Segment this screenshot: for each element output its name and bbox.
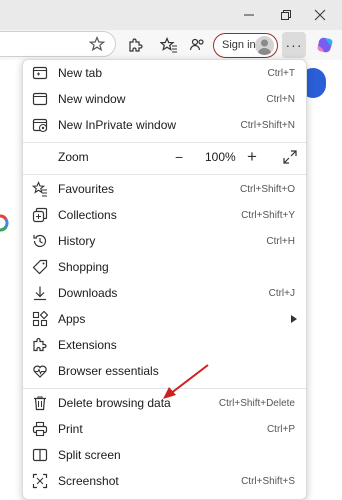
menu-item-label: Split screen bbox=[58, 448, 121, 462]
menu-item-label: Downloads bbox=[58, 286, 118, 300]
menu-item-zoom: Zoom − 100% + bbox=[23, 144, 306, 170]
menu-item-new-window[interactable]: New window Ctrl+N bbox=[23, 86, 306, 112]
printer-icon bbox=[32, 421, 48, 437]
favorite-star-icon[interactable] bbox=[85, 32, 109, 56]
menu-item-shortcut: Ctrl+H bbox=[266, 235, 295, 247]
settings-menu: New tab Ctrl+T New window Ctrl+N New InP… bbox=[22, 59, 307, 500]
extensions-icon[interactable] bbox=[123, 33, 147, 57]
apps-icon bbox=[32, 311, 48, 327]
favourites-bar-icon[interactable] bbox=[157, 33, 181, 57]
menu-item-shortcut: Ctrl+T bbox=[267, 67, 296, 79]
menu-item-label: History bbox=[58, 234, 96, 248]
menu-item-shortcut: Ctrl+N bbox=[266, 93, 295, 105]
menu-item-new-inprivate-window[interactable]: New InPrivate window Ctrl+Shift+N bbox=[23, 112, 306, 138]
settings-and-more-button[interactable]: ··· bbox=[282, 32, 306, 58]
menu-item-history[interactable]: History Ctrl+H bbox=[23, 228, 306, 254]
submenu-arrow-icon bbox=[291, 315, 297, 323]
menu-item-label: New tab bbox=[58, 66, 103, 80]
menu-item-shortcut: Ctrl+Shift+O bbox=[239, 183, 295, 195]
menu-item-extensions[interactable]: Extensions bbox=[23, 332, 306, 358]
menu-item-label: Collections bbox=[58, 208, 117, 222]
sign-in-button[interactable]: Sign in bbox=[213, 33, 278, 58]
collections-icon bbox=[32, 207, 48, 223]
restore-icon bbox=[281, 10, 291, 20]
close-button[interactable] bbox=[298, 0, 342, 30]
menu-item-apps[interactable]: Apps bbox=[23, 306, 306, 332]
copilot-icon[interactable] bbox=[313, 33, 337, 57]
menu-item-shortcut: Ctrl+Shift+Y bbox=[241, 209, 295, 221]
menu-item-split-screen[interactable]: Split screen bbox=[23, 442, 306, 468]
menu-item-print[interactable]: Print Ctrl+P bbox=[23, 416, 306, 442]
fullscreen-icon[interactable] bbox=[282, 149, 298, 165]
new-window-icon bbox=[32, 91, 48, 107]
menu-item-screenshot[interactable]: Screenshot Ctrl+Shift+S bbox=[23, 468, 306, 494]
menu-item-label: Shopping bbox=[58, 260, 109, 274]
menu-item-shortcut: Ctrl+Shift+Delete bbox=[218, 397, 295, 409]
menu-item-label: New InPrivate window bbox=[58, 118, 177, 132]
annotation-arrow bbox=[163, 364, 209, 399]
zoom-in-button[interactable]: + bbox=[247, 147, 257, 167]
split-screen-icon bbox=[32, 447, 48, 463]
profile-sync-icon[interactable] bbox=[185, 33, 209, 57]
browser-toolbar: Sign in ··· bbox=[0, 30, 342, 60]
menu-item-shortcut: Ctrl+Shift+S bbox=[241, 475, 295, 487]
menu-item-collections[interactable]: Collections Ctrl+Shift+Y bbox=[23, 202, 306, 228]
menu-item-label: Print bbox=[58, 422, 83, 436]
menu-item-downloads[interactable]: Downloads Ctrl+J bbox=[23, 280, 306, 306]
address-bar[interactable] bbox=[0, 31, 116, 57]
menu-item-label: Favourites bbox=[58, 182, 115, 196]
zoom-label: Zoom bbox=[58, 150, 89, 164]
title-bar bbox=[0, 0, 342, 30]
menu-item-label: Screenshot bbox=[58, 474, 119, 488]
sign-in-label: Sign in bbox=[222, 39, 256, 51]
shopping-tag-icon bbox=[32, 259, 48, 275]
menu-item-label: Browser essentials bbox=[58, 364, 159, 378]
puzzle-icon bbox=[32, 337, 48, 353]
google-logo-icon bbox=[0, 214, 10, 232]
download-icon bbox=[32, 285, 48, 301]
menu-item-label: Extensions bbox=[58, 338, 117, 352]
menu-divider bbox=[23, 174, 306, 175]
menu-item-label: New window bbox=[58, 92, 126, 106]
inprivate-icon bbox=[32, 117, 48, 133]
menu-item-shortcut: Ctrl+Shift+N bbox=[240, 119, 295, 131]
menu-item-shortcut: Ctrl+P bbox=[266, 423, 295, 435]
favourites-icon bbox=[32, 181, 48, 197]
screenshot-icon bbox=[32, 473, 48, 489]
more-dots-icon: ··· bbox=[285, 37, 303, 53]
menu-item-label: Apps bbox=[58, 312, 86, 326]
close-icon bbox=[314, 9, 326, 21]
menu-divider bbox=[23, 142, 306, 143]
menu-item-new-tab[interactable]: New tab Ctrl+T bbox=[23, 60, 306, 86]
trash-icon bbox=[32, 395, 48, 411]
minimize-icon bbox=[244, 14, 254, 16]
zoom-level: 100% bbox=[205, 150, 236, 164]
heart-pulse-icon bbox=[32, 363, 48, 379]
history-icon bbox=[32, 233, 48, 249]
menu-item-shortcut: Ctrl+J bbox=[268, 287, 295, 299]
avatar-icon bbox=[255, 36, 274, 55]
menu-item-favourites[interactable]: Favourites Ctrl+Shift+O bbox=[23, 176, 306, 202]
zoom-out-button[interactable]: − bbox=[175, 149, 183, 165]
new-tab-icon bbox=[32, 65, 48, 81]
menu-item-shopping[interactable]: Shopping bbox=[23, 254, 306, 280]
menu-item-label: Delete browsing data bbox=[58, 396, 171, 410]
